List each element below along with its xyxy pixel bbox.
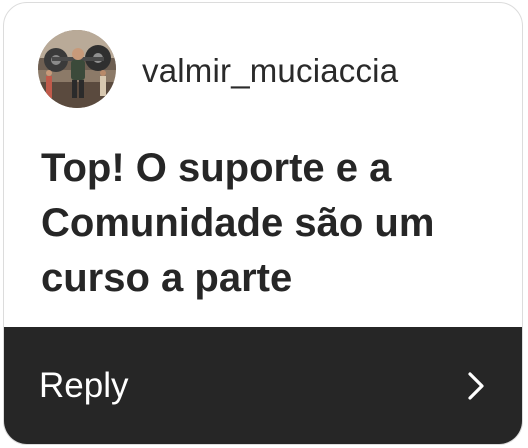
username[interactable]: valmir_muciaccia — [142, 52, 398, 90]
comment-header: valmir_muciaccia — [38, 30, 398, 108]
comment-card: valmir_muciaccia Top! O suporte e a Comu… — [3, 2, 523, 445]
chevron-right-icon — [466, 371, 486, 401]
reply-button[interactable]: Reply — [4, 327, 522, 444]
avatar[interactable] — [38, 30, 116, 108]
reply-label: Reply — [39, 365, 129, 405]
comment-text: Top! O suporte e a Comunidade são um cur… — [41, 146, 435, 300]
